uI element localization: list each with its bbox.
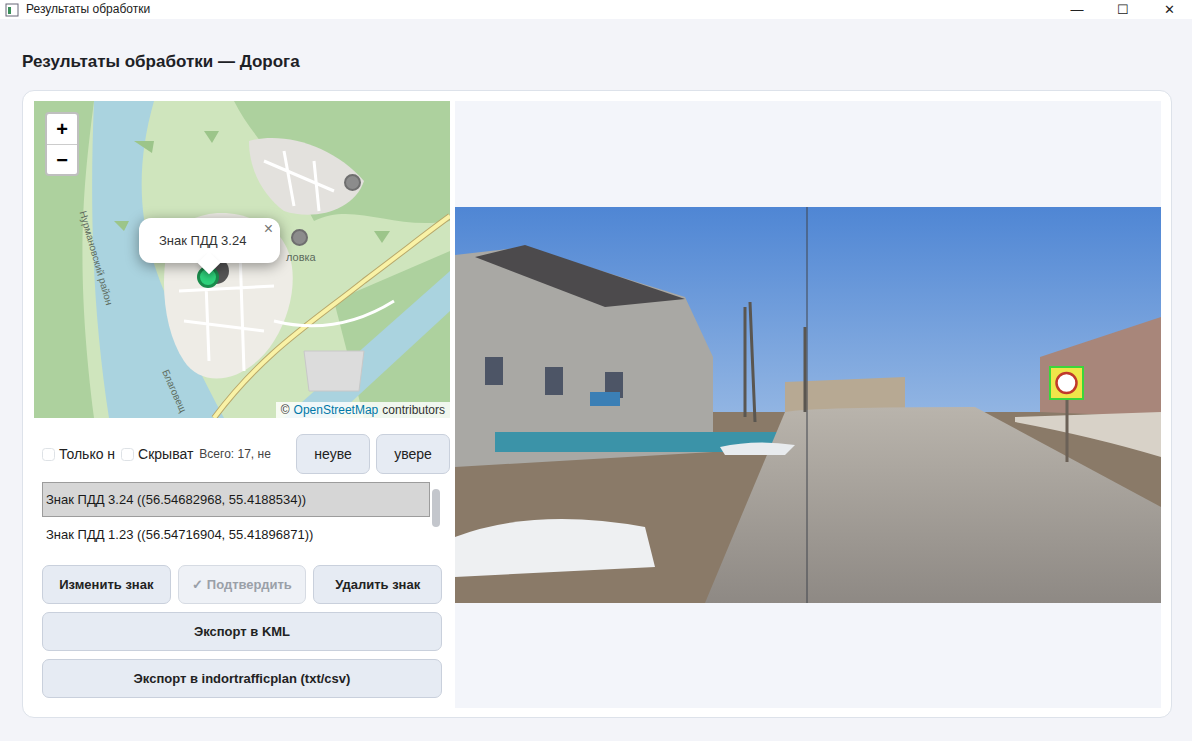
map-pin[interactable] <box>291 229 308 246</box>
export-button[interactable]: Экспорт в indortrafficplan (txt/csv) <box>42 659 442 698</box>
map-popup: Знак ПДД 3.24 × <box>139 218 280 263</box>
map[interactable]: +−Нурмановский районловкаБлаговещЗнак ПД… <box>34 101 450 418</box>
zoom-in-button[interactable]: + <box>47 114 77 144</box>
results-panel: +−Нурмановский районловкаБлаговещЗнак ПД… <box>22 90 1172 718</box>
total-count: Всего: 17, не <box>199 445 290 463</box>
popup-text: Знак ПДД 3.24 <box>159 233 246 248</box>
attribution-suffix: contributors <box>382 403 445 417</box>
checkbox[interactable] <box>121 448 134 461</box>
window-title: Результаты обработки <box>26 0 1054 19</box>
minimize-button[interactable]: — <box>1054 0 1100 19</box>
filter-row: Только н Скрыват Всего: 17, не неувеувере <box>34 434 450 474</box>
popup-close-button[interactable]: × <box>264 220 273 238</box>
map-pin[interactable] <box>344 174 361 191</box>
filter-button[interactable]: увере <box>376 434 450 474</box>
left-column: +−Нурмановский районловкаБлаговещЗнак ПД… <box>34 101 450 708</box>
sign-item[interactable]: Знак ПДД 3.24 ((56.54682968, 55.4188534)… <box>42 482 430 517</box>
sign-list: Знак ПДД 3.24 ((56.54682968, 55.4188534)… <box>42 482 442 557</box>
action-row: Изменить знак✓ ПодтвердитьУдалить знак <box>42 565 442 604</box>
filter-checkbox[interactable]: Скрыват <box>121 444 193 465</box>
attribution-prefix: © <box>281 403 290 417</box>
action-button[interactable]: Удалить знак <box>313 565 442 604</box>
scrollbar[interactable] <box>430 482 442 557</box>
photo-panel <box>455 101 1161 708</box>
filter-label: Только н <box>59 444 115 465</box>
page-heading: Результаты обработки — Дорога <box>22 50 1172 74</box>
export-button[interactable]: Экспорт в KML <box>42 612 442 651</box>
map-label: ловка <box>286 249 316 266</box>
map-attribution: © OpenStreetMapcontributors <box>276 402 450 418</box>
zoom-control: +− <box>45 112 79 176</box>
title-bar: Результаты обработки —☐✕ <box>0 0 1192 19</box>
export-buttons: Экспорт в KML Экспорт в indortrafficplan … <box>34 604 450 698</box>
filter-button[interactable]: неуве <box>296 434 370 474</box>
action-button[interactable]: ✓ Подтвердить <box>178 565 307 604</box>
filter-checkbox[interactable]: Только н <box>42 444 115 465</box>
osm-link[interactable]: OpenStreetMap <box>294 403 379 417</box>
app-icon <box>5 3 19 17</box>
maximize-button[interactable]: ☐ <box>1100 0 1146 19</box>
checkbox[interactable] <box>42 448 55 461</box>
close-button[interactable]: ✕ <box>1146 0 1192 19</box>
sign-item[interactable]: Знак ПДД 1.23 ((56.54716904, 55.41896871… <box>42 517 430 552</box>
road-photo <box>455 207 1161 603</box>
filter-label: Скрыват <box>138 444 193 465</box>
action-button[interactable]: Изменить знак <box>42 565 171 604</box>
zoom-out-button[interactable]: − <box>47 144 77 174</box>
scroll-thumb[interactable] <box>432 489 440 527</box>
